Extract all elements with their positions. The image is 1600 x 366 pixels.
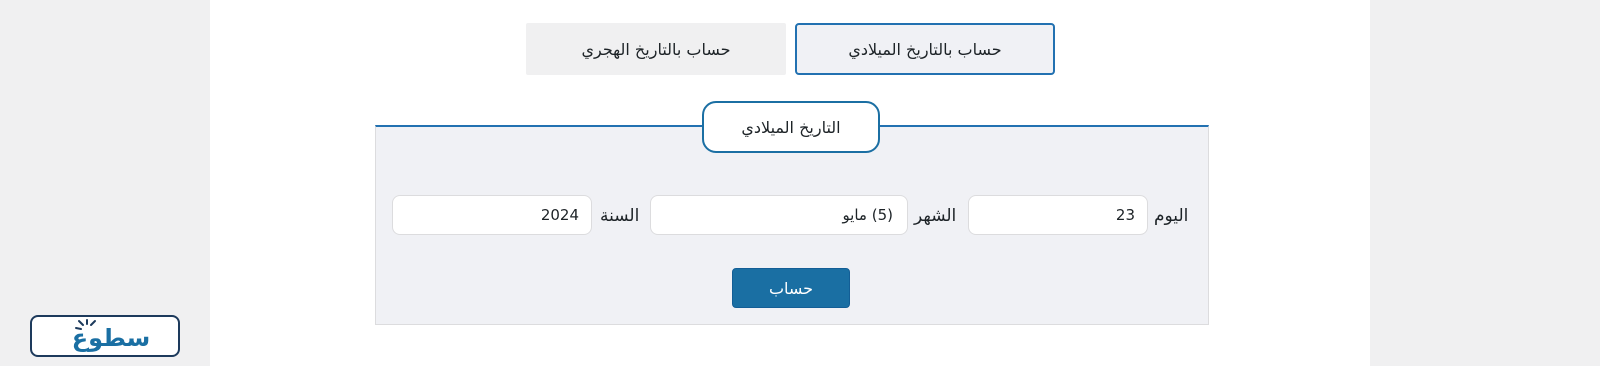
tab-gregorian[interactable]: حساب بالتاريخ الميلادي [795,23,1055,75]
right-gutter [1370,0,1600,366]
brand-logo-mark: سطوع [72,319,150,352]
month-select-value: (5) مايو [842,206,893,224]
year-input[interactable] [392,195,592,235]
tab-hijri[interactable]: حساب بالتاريخ الهجري [526,23,786,75]
brand-logo[interactable]: سطوع [30,315,180,357]
brand-logo-text: سطوع [72,324,150,352]
month-select[interactable]: (5) مايو [650,195,908,235]
page: حساب بالتاريخ الهجري حساب بالتاريخ الميل… [0,0,1600,366]
day-input[interactable] [968,195,1148,235]
year-label: السنة [600,206,640,226]
day-label: اليوم [1154,206,1189,226]
calculate-button[interactable]: حساب [732,268,850,308]
left-gutter [0,0,210,366]
fieldset-legend: التاريخ الميلادي [702,101,880,153]
month-label: الشهر [914,206,957,226]
